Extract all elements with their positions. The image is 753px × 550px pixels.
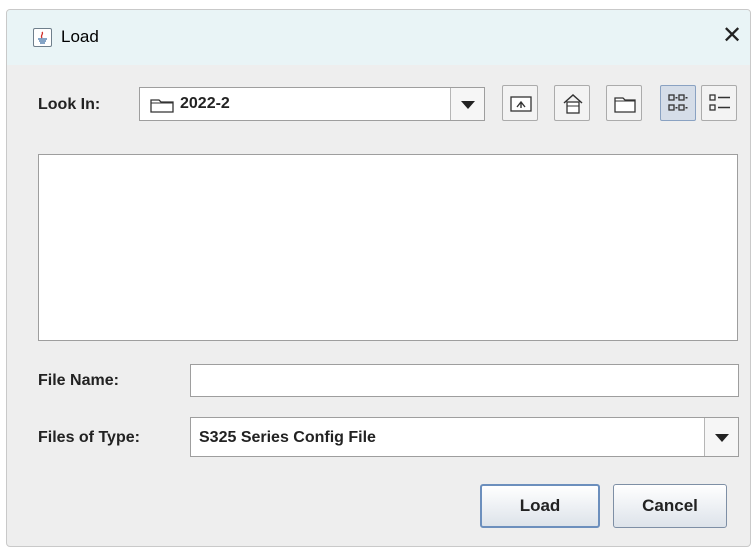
look-in-combo[interactable]: 2022-2 (139, 87, 485, 121)
files-of-type-label: Files of Type: (38, 429, 140, 446)
look-in-label: Look In: (38, 96, 101, 113)
java-app-icon (33, 28, 52, 47)
title-bar: Load ✕ (7, 10, 750, 65)
folder-icon (150, 99, 174, 113)
file-name-input[interactable] (190, 364, 739, 397)
new-folder-icon (614, 97, 636, 113)
look-in-value: 2022-2 (180, 95, 230, 112)
list-view-button[interactable] (660, 85, 696, 121)
window-title: Load (61, 27, 99, 46)
details-view-button[interactable] (701, 85, 737, 121)
up-one-level-button[interactable] (502, 85, 538, 121)
files-of-type-combo[interactable]: S325 Series Config File (190, 417, 739, 457)
list-view-icon (668, 94, 688, 111)
home-button[interactable] (554, 85, 590, 121)
load-button[interactable]: Load (480, 484, 600, 528)
home-icon (563, 93, 583, 114)
close-icon[interactable]: ✕ (720, 22, 744, 50)
details-view-icon (709, 94, 730, 111)
up-folder-icon (510, 96, 532, 112)
new-folder-button[interactable] (606, 85, 642, 121)
cancel-button[interactable]: Cancel (613, 484, 727, 528)
files-of-type-dropdown-arrow[interactable] (704, 418, 738, 456)
load-dialog: Load ✕ Look In: 2022-2 File Name: Files … (6, 9, 751, 547)
look-in-dropdown-arrow[interactable] (450, 88, 484, 120)
file-list[interactable] (38, 154, 738, 341)
files-of-type-value: S325 Series Config File (199, 429, 376, 446)
file-name-label: File Name: (38, 372, 119, 389)
